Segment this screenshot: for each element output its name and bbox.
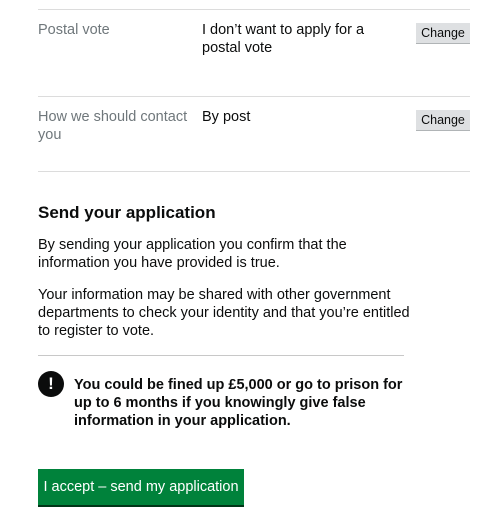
postal-vote-value: I don’t want to apply for a postal vote xyxy=(202,22,365,56)
summary-divider-top xyxy=(38,9,470,10)
information-sharing-text: Your information may be shared with othe… xyxy=(38,287,410,339)
send-application-button[interactable]: I accept – send my application xyxy=(38,469,244,505)
postal-vote-key: Postal vote xyxy=(38,22,110,38)
change-contact-method-button[interactable]: Change xyxy=(416,110,470,131)
warning-icon: ! xyxy=(38,371,64,397)
contact-method-value: By post xyxy=(202,109,251,125)
section-divider xyxy=(38,355,404,356)
summary-divider xyxy=(38,96,470,97)
change-postal-vote-button[interactable]: Change xyxy=(416,23,470,44)
summary-divider-bottom xyxy=(38,171,470,172)
contact-method-key: How we should contact you xyxy=(38,109,188,143)
confirmation-text: By sending your application you confirm … xyxy=(38,237,347,271)
warning-text: You could be fined up £5,000 or go to pr… xyxy=(74,377,403,429)
send-application-heading: Send your application xyxy=(38,203,216,222)
